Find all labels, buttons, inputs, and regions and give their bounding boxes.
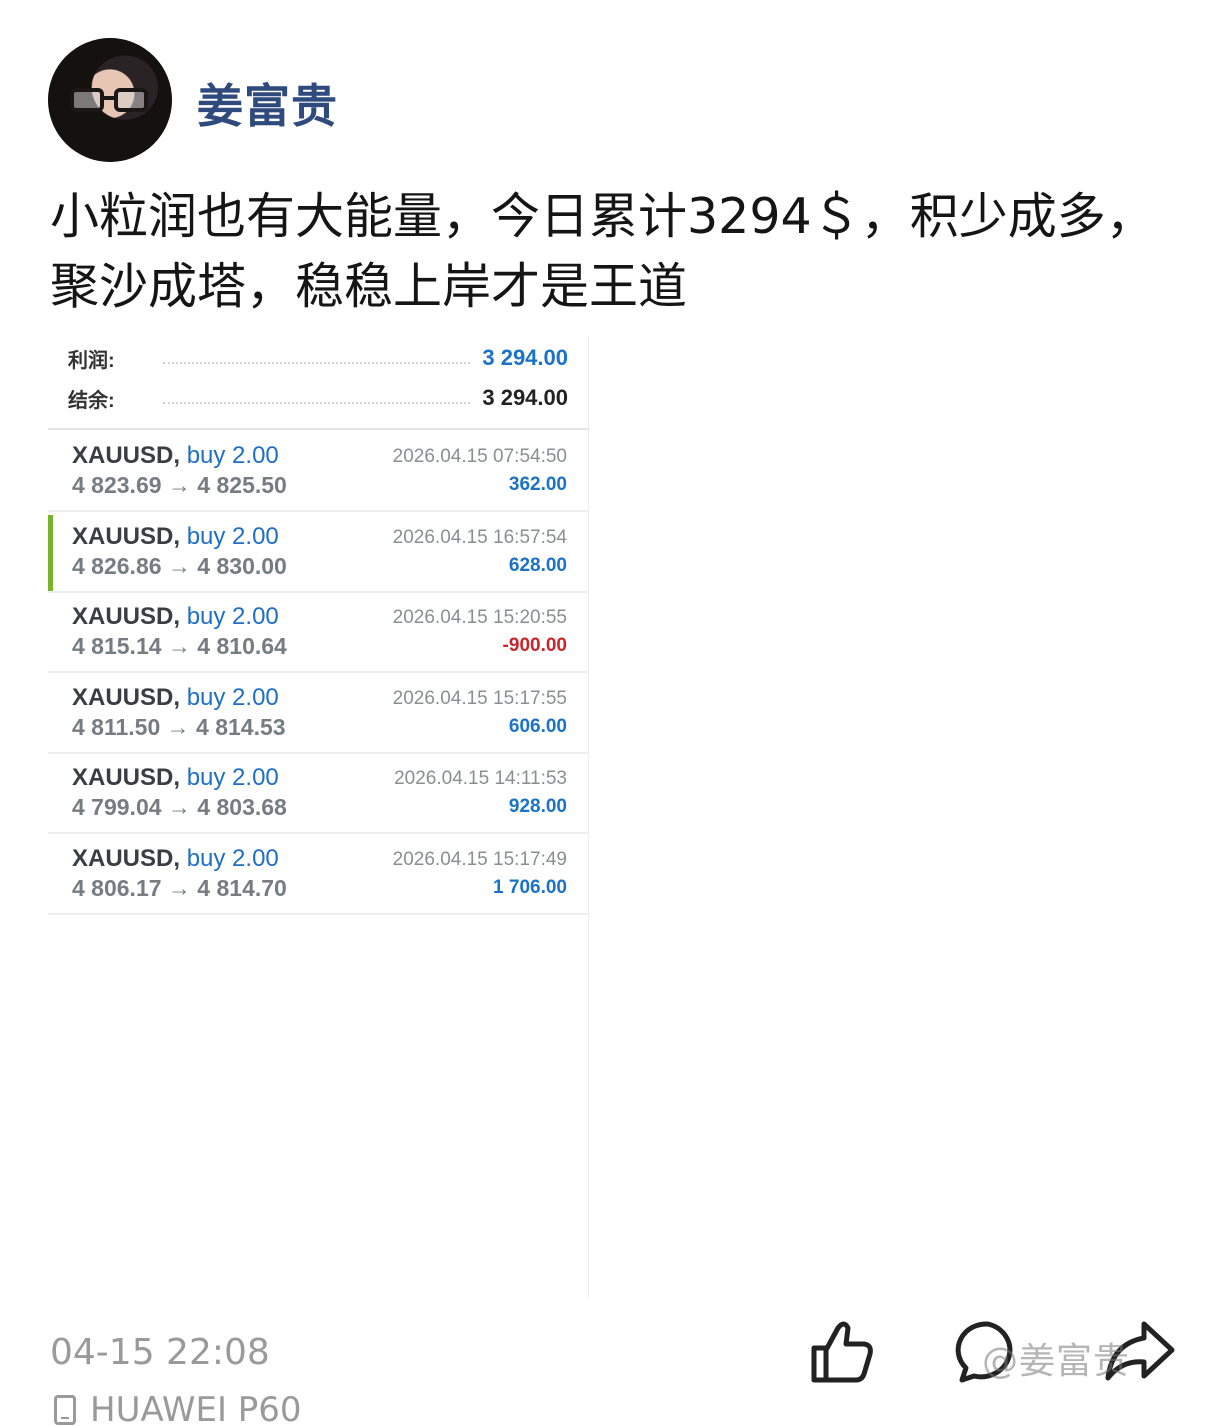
trade-side: buy 2.00 xyxy=(186,683,279,711)
trade-symbol: XAUUSD, buy 2.00 xyxy=(72,523,279,551)
trade-symbol: XAUUSD, buy 2.00 xyxy=(72,684,279,712)
trade-row[interactable]: XAUUSD, buy 2.00 4 811.50 → 4 814.53 2026.… xyxy=(48,674,589,754)
trade-side: buy 2.00 xyxy=(186,844,279,872)
trade-time: 2026.04.15 15:17:49 xyxy=(392,848,567,870)
device-info: HUAWEI P60 xyxy=(54,1390,302,1426)
dotted-leader xyxy=(163,362,471,364)
trade-time: 2026.04.15 16:57:54 xyxy=(392,526,567,548)
trade-row[interactable]: XAUUSD, buy 2.00 4 799.04 → 4 803.68 2026.… xyxy=(48,754,589,834)
trade-row[interactable]: XAUUSD, buy 2.00 4 815.14 → 4 810.64 2026.… xyxy=(48,593,589,673)
avatar-glasses xyxy=(70,88,150,114)
trade-row[interactable]: XAUUSD, buy 2.00 4 826.86 → 4 830.00 2026.… xyxy=(48,513,589,593)
username[interactable]: 姜富贵 xyxy=(197,70,338,136)
device-name: HUAWEI P60 xyxy=(90,1390,302,1426)
like-button[interactable] xyxy=(806,1316,876,1386)
post-text: 小粒润也有大能量，今日累计3294＄，积少成多，聚沙成塔，稳稳上岸才是王道 xyxy=(50,188,1155,315)
profit-value: 3 294.00 xyxy=(482,345,568,370)
trade-time: 2026.04.15 15:17:55 xyxy=(392,687,567,709)
dotted-leader xyxy=(163,402,471,404)
post-timestamp: 04-15 22:08 xyxy=(50,1332,270,1373)
trade-symbol: XAUUSD, buy 2.00 xyxy=(72,442,279,470)
avatar[interactable] xyxy=(48,38,172,162)
trade-symbol: XAUUSD, buy 2.00 xyxy=(72,764,279,792)
trade-prices: 4 806.17 → 4 814.70 xyxy=(72,874,287,901)
trade-time: 2026.04.15 14:11:53 xyxy=(394,768,567,789)
trade-prices: 4 811.50 → 4 814.53 xyxy=(72,713,286,740)
trade-profit: 606.00 xyxy=(508,715,567,737)
symbol-label: XAUUSD, xyxy=(72,764,181,791)
trade-symbol: XAUUSD, buy 2.00 xyxy=(72,603,279,631)
trade-row[interactable]: XAUUSD, buy 2.00 4 806.17 → 4 814.70 2026.… xyxy=(48,835,589,915)
trade-history-image[interactable]: 利润: 3 294.00 结余: 3 294.00 XAUUSD, buy 2.… xyxy=(48,336,589,1298)
symbol-label: XAUUSD, xyxy=(72,442,181,469)
balance-value: 3 294.00 xyxy=(482,385,568,410)
symbol-label: XAUUSD, xyxy=(72,603,181,630)
trade-profit: 362.00 xyxy=(508,474,567,495)
balance-label: 结余: xyxy=(68,389,115,412)
profit-label: 利润: xyxy=(68,349,115,372)
balance-row: 结余: 3 294.00 xyxy=(68,378,568,418)
symbol-label: XAUUSD, xyxy=(72,844,181,872)
trade-profit: 628.00 xyxy=(508,554,567,576)
trade-time: 2026.04.15 07:54:50 xyxy=(392,446,567,467)
trade-prices: 4 823.69 → 4 825.50 xyxy=(72,472,287,498)
trade-prices: 4 815.14 → 4 810.64 xyxy=(72,633,287,659)
trade-time: 2026.04.15 15:20:55 xyxy=(392,607,567,628)
profit-row: 利润: 3 294.00 xyxy=(68,338,568,378)
trade-profit: -900.00 xyxy=(502,635,567,656)
trade-prices: 4 826.86 → 4 830.00 xyxy=(72,552,287,579)
trade-row[interactable]: XAUUSD, buy 2.00 4 823.69 → 4 825.50 2026.… xyxy=(48,432,589,512)
trade-side: buy 2.00 xyxy=(186,603,279,630)
watermark: @姜富贵 xyxy=(982,1341,1131,1382)
trade-prices: 4 799.04 → 4 803.68 xyxy=(72,794,287,820)
trade-side: buy 2.00 xyxy=(186,442,279,469)
trade-profit: 928.00 xyxy=(508,796,567,817)
summary-divider xyxy=(48,428,589,430)
symbol-label: XAUUSD, xyxy=(72,522,181,550)
symbol-label: XAUUSD, xyxy=(72,683,181,711)
phone-icon xyxy=(54,1395,76,1425)
trade-profit: 1 706.00 xyxy=(493,876,567,898)
trade-side: buy 2.00 xyxy=(186,764,279,791)
trade-side: buy 2.00 xyxy=(186,522,279,550)
trade-symbol: XAUUSD, buy 2.00 xyxy=(72,845,279,873)
like-icon xyxy=(811,1321,873,1383)
